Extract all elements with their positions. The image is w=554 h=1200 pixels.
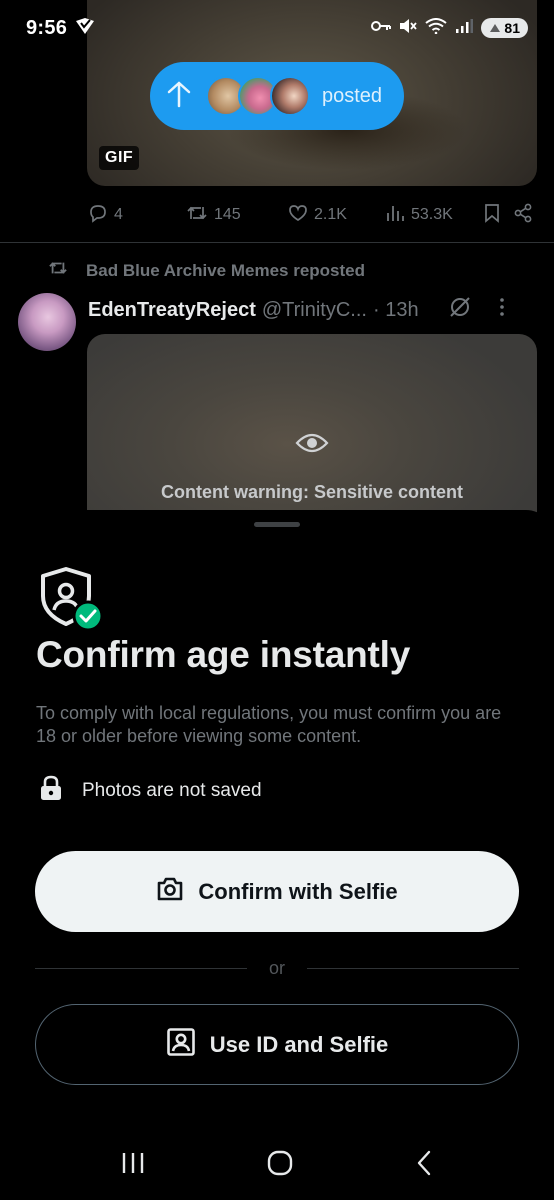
grok-icon[interactable] [447, 294, 473, 326]
new-posts-pill[interactable]: posted [150, 62, 404, 130]
recent-apps-icon[interactable] [120, 1151, 146, 1180]
privacy-note-text: Photos are not saved [82, 780, 262, 801]
or-separator: or [35, 956, 520, 980]
post-divider [0, 242, 554, 243]
or-text: or [269, 957, 286, 978]
wifi-icon [425, 17, 448, 39]
heart-icon [288, 204, 308, 227]
location-check-icon [75, 17, 95, 40]
confirm-with-selfie-label: Confirm with Selfie [198, 878, 398, 904]
reply-count: 4 [114, 206, 123, 223]
mute-icon [399, 18, 418, 39]
sheet-description: To comply with local regulations, you mu… [36, 703, 502, 746]
repost-context[interactable]: Bad Blue Archive Memes reposted [48, 259, 365, 282]
author-avatar[interactable] [18, 293, 76, 351]
author-name[interactable]: EdenTreatyReject [88, 299, 256, 322]
status-time: 9:56 [26, 16, 68, 39]
gif-badge: GIF [99, 146, 140, 170]
avatar [270, 76, 310, 116]
like-button[interactable]: 2.1K [288, 204, 385, 227]
timeline-feed: posted GIF 4 145 2.1K 53.3K Bad Blue Arc… [0, 0, 554, 534]
confirm-with-selfie-button[interactable]: Confirm with Selfie [35, 851, 519, 932]
system-navigation-bar [0, 1130, 554, 1200]
id-card-icon [166, 1027, 196, 1063]
arrow-up-icon [166, 80, 192, 113]
repost-count: 145 [214, 206, 241, 223]
tweet-time: · 13h [372, 298, 419, 321]
repost-icon [186, 203, 208, 228]
repost-icon [48, 259, 68, 282]
reply-button[interactable]: 4 [88, 203, 186, 228]
pill-avatars [206, 76, 310, 116]
views-icon [385, 204, 405, 227]
privacy-note: Photos are not saved [38, 774, 262, 808]
use-id-and-selfie-button[interactable]: Use ID and Selfie [35, 1004, 519, 1085]
pill-label: posted [322, 84, 383, 107]
home-icon[interactable] [266, 1149, 294, 1182]
separator-line [307, 967, 520, 969]
sheet-title: Confirm age instantly [36, 634, 411, 675]
back-icon[interactable] [414, 1149, 434, 1182]
sheet-handle[interactable] [254, 522, 300, 527]
content-warning-text: Content warning: Sensitive content [160, 482, 464, 502]
status-bar: 9:56 81 [0, 0, 554, 56]
more-options-icon[interactable] [499, 297, 505, 323]
use-id-and-selfie-label: Use ID and Selfie [209, 1031, 389, 1057]
age-verification-sheet: Confirm age instantly To comply with loc… [0, 510, 554, 1200]
reply-icon [88, 203, 108, 228]
lock-icon [38, 774, 64, 808]
sensitive-media[interactable]: Content warning: Sensitive content [87, 334, 537, 534]
separator-line [35, 967, 247, 969]
battery-level: 81 [504, 20, 520, 36]
key-icon [371, 19, 392, 38]
share-icon[interactable] [513, 203, 533, 228]
repost-context-text: Bad Blue Archive Memes reposted [86, 260, 366, 280]
tweet-header: EdenTreatyReject @TrinityC... · 13h [88, 294, 538, 326]
bookmark-icon[interactable] [483, 203, 513, 228]
views-button[interactable]: 53.3K [385, 204, 483, 227]
eye-icon [295, 431, 329, 460]
author-handle[interactable]: @TrinityC... [262, 299, 367, 322]
post-actions: 4 145 2.1K 53.3K [88, 202, 538, 228]
signal-icon [455, 18, 474, 39]
shield-check-icon [40, 566, 104, 632]
like-count: 2.1K [314, 206, 347, 223]
view-count: 53.3K [411, 206, 453, 223]
camera-icon [156, 876, 184, 908]
repost-button[interactable]: 145 [186, 203, 288, 228]
battery-icon: 81 [481, 18, 528, 38]
